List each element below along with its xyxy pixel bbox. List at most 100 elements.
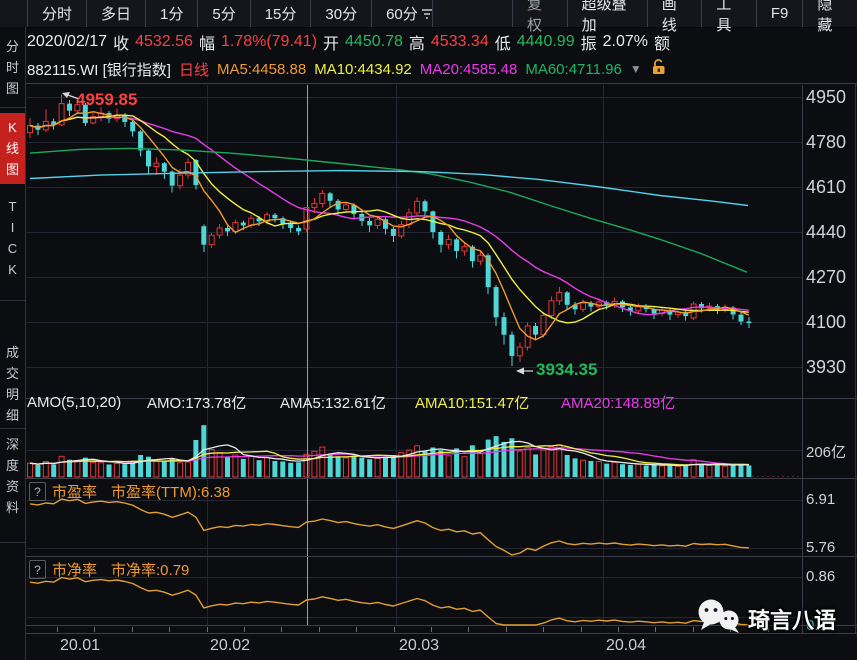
- volume-bar-down: [391, 455, 396, 477]
- sidebar-item-0[interactable]: 分时图: [0, 36, 25, 99]
- volume-bar-up: [517, 451, 522, 477]
- help-icon[interactable]: ?: [29, 482, 46, 501]
- close-label: 收: [113, 30, 129, 54]
- x-axis-label: 20.03: [399, 637, 439, 655]
- volume-bar-down: [51, 464, 56, 477]
- volume-bar-up: [75, 461, 80, 478]
- pb-value: 市净率:0.79: [111, 559, 189, 580]
- pe-pane-name[interactable]: 市盈率: [52, 481, 97, 502]
- pb-pane-name[interactable]: 市净率: [52, 559, 97, 580]
- toolbar-item-5[interactable]: 隐藏: [802, 0, 857, 27]
- period-label[interactable]: 日线: [179, 59, 209, 80]
- tab-period-4[interactable]: 15分: [251, 0, 312, 27]
- help-icon[interactable]: ?: [29, 560, 46, 579]
- volume-bar-down: [367, 459, 372, 477]
- volume-axis-label: 206亿: [806, 441, 846, 462]
- candle-down: [438, 232, 443, 245]
- sidebar-item-1-active[interactable]: K线图: [0, 113, 25, 184]
- volume-bar-down: [628, 465, 633, 477]
- high-point-annotation: 4959.85: [76, 90, 137, 110]
- volume-bar-up: [541, 450, 546, 477]
- tab-period-0[interactable]: 分时: [27, 0, 87, 27]
- volume-bar-down: [351, 456, 356, 477]
- volume-bar-down: [280, 462, 285, 478]
- ama20-value: AMA20:148.89亿: [561, 392, 675, 413]
- tab-period-1[interactable]: 多日: [87, 0, 146, 27]
- candle-down: [423, 201, 428, 211]
- volume-bar-down: [731, 464, 736, 477]
- sidebar-item-3[interactable]: 成交明细: [0, 342, 25, 426]
- candle-up: [344, 205, 349, 210]
- candle-down: [138, 131, 143, 150]
- volume-bar-down: [573, 458, 578, 477]
- volume-bar-up: [114, 464, 119, 477]
- candle-down: [328, 193, 333, 200]
- price-axis-label: 4440: [806, 222, 846, 243]
- toolbar-item-4[interactable]: F9: [756, 0, 803, 27]
- amplitude-value: 2.07%: [603, 33, 648, 51]
- period-dropdown-icon[interactable]: [420, 7, 434, 24]
- pb-axis-label: 0.86: [806, 568, 835, 585]
- quote-date: 2020/02/17: [27, 33, 107, 51]
- open-label: 开: [323, 30, 339, 54]
- candle-up: [178, 175, 183, 186]
- candle-down: [146, 151, 151, 167]
- x-axis-label: 20.02: [210, 637, 250, 655]
- watermark: 琦言八语: [696, 598, 836, 639]
- volume-bar-down: [652, 465, 657, 478]
- volume-bar-up: [320, 447, 325, 477]
- volume-bar-down: [296, 462, 301, 477]
- volume-bar-down: [588, 461, 593, 477]
- candle-up: [517, 347, 522, 356]
- sidebar-divider: [0, 428, 25, 429]
- wechat-bubbles-icon: [696, 598, 744, 639]
- toolbar-item-2[interactable]: 画线: [647, 0, 702, 27]
- pe-axis-label: 5.76: [806, 539, 835, 556]
- candle-up: [549, 301, 554, 316]
- volume-bar-up: [525, 448, 530, 478]
- volume-bar-up: [265, 458, 270, 477]
- candle-down: [162, 163, 167, 172]
- price-axis-label: 3930: [806, 357, 846, 378]
- candle-down: [502, 317, 507, 335]
- tab-period-2[interactable]: 1分: [146, 0, 198, 27]
- volume-bar-down: [359, 458, 364, 477]
- stock-app-window: 分时多日1分5分15分30分60分 复权超级叠加画线工具F9隐藏 2020/02…: [0, 0, 857, 660]
- tab-period-3[interactable]: 5分: [198, 0, 250, 27]
- collapse-triangle-icon[interactable]: ▼: [630, 62, 642, 76]
- ma60-value: MA60:4711.96: [525, 61, 621, 78]
- low-label: 低: [495, 30, 511, 54]
- candle-down: [122, 115, 127, 122]
- pe-value: 市盈率(TTM):6.38: [111, 481, 230, 502]
- volume-bar-up: [28, 463, 33, 477]
- tab-period-5[interactable]: 30分: [311, 0, 372, 27]
- volume-bar-down: [486, 440, 491, 477]
- pe-axis-label: 6.91: [806, 491, 835, 508]
- volume-bar-up: [446, 456, 451, 477]
- candle-down: [533, 326, 538, 335]
- candle-down: [391, 229, 396, 236]
- candle-up: [217, 228, 222, 235]
- sidebar-divider: [0, 542, 25, 543]
- sidebar-item-4[interactable]: 深度资料: [0, 434, 25, 518]
- low-point-annotation: 3934.35: [536, 360, 597, 380]
- volume-bar-up: [549, 447, 554, 477]
- candle-up: [154, 163, 159, 166]
- watermark-text: 琦言八语: [748, 603, 836, 635]
- volume-bar-up: [249, 456, 254, 477]
- amo-indicator-label[interactable]: AMO(5,10,20): [27, 394, 121, 411]
- toolbar-item-1[interactable]: 超级叠加: [567, 0, 647, 27]
- volume-bar-down: [138, 455, 143, 477]
- candle-down: [509, 335, 514, 356]
- toolbar-right-group: 复权超级叠加画线工具F9隐藏: [512, 0, 857, 27]
- volume-bar-down: [667, 465, 672, 477]
- change-value: 1.78%(79.41): [221, 33, 317, 51]
- candle-down: [67, 104, 72, 111]
- sidebar-item-2[interactable]: TICK: [0, 196, 25, 280]
- volume-bar-up: [707, 466, 712, 478]
- pe-pane-header: ? 市盈率 市盈率(TTM):6.38: [29, 481, 230, 502]
- toolbar-item-3[interactable]: 工具: [701, 0, 756, 27]
- unlock-icon[interactable]: [650, 58, 667, 79]
- toolbar-item-0[interactable]: 复权: [512, 0, 567, 27]
- volume-bar-up: [596, 462, 601, 478]
